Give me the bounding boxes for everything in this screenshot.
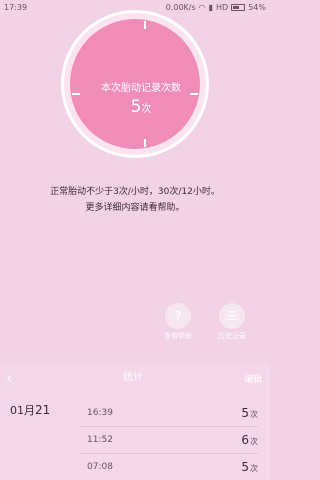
- record-row[interactable]: 16:39 5次: [80, 400, 258, 427]
- record-time: 07:08: [87, 462, 113, 472]
- back-chevron-icon[interactable]: ‹: [6, 368, 12, 387]
- status-indicators: 0.00K/s ◠ ▮ HD 54%: [166, 3, 266, 12]
- record-date-month: 01月: [10, 404, 35, 417]
- info-line-2: 更多详细内容请看帮助。: [85, 203, 185, 213]
- record-count-value: 5: [241, 460, 249, 474]
- view-help-button[interactable]: ? 查看帮助: [153, 303, 203, 341]
- help-icon: ?: [165, 303, 191, 329]
- record-count: 5次: [241, 460, 258, 474]
- record-count-unit: 次: [250, 410, 258, 419]
- record-list: 16:39 5次 11:52 6次 07:08 5次: [80, 400, 258, 480]
- wifi-icon: ◠: [198, 3, 206, 12]
- carrier-label: HD: [216, 3, 229, 12]
- record-time: 16:39: [87, 408, 113, 418]
- record-count-unit: 次: [250, 437, 258, 446]
- kick-count-dial[interactable]: 本次胎动记录次数 5次: [61, 10, 209, 158]
- record-row[interactable]: 07:08 5次: [80, 454, 258, 480]
- signal-icon: ▮: [208, 3, 214, 12]
- record-row[interactable]: 11:52 6次: [80, 427, 258, 454]
- dial-tick-bottom: [144, 139, 146, 147]
- network-speed: 0.00K/s: [165, 3, 196, 12]
- battery-percent: 54%: [248, 3, 266, 12]
- dial-tick-top: [144, 21, 146, 29]
- view-help-label: 查看帮助: [164, 332, 192, 340]
- statistics-title: 统计: [123, 372, 143, 383]
- dial-face: 本次胎动记录次数 5次: [70, 19, 200, 149]
- record-date: 01月21: [10, 402, 50, 418]
- record-count-value: 5: [241, 406, 249, 420]
- dial-title: 本次胎动记录次数: [101, 83, 181, 94]
- history-label: 历史记录: [218, 332, 246, 340]
- info-line-1: 正常胎动不少于3次/小时，30次/12小时。: [50, 187, 220, 197]
- status-time: 17:39: [4, 3, 28, 12]
- record-date-day: 21: [35, 403, 51, 417]
- battery-icon: [231, 4, 246, 11]
- record-count-value: 6: [241, 433, 249, 447]
- dial-unit: 次: [141, 104, 152, 115]
- history-icon: ☰: [219, 303, 245, 329]
- record-count: 6次: [241, 433, 258, 447]
- record-count: 5次: [241, 406, 258, 420]
- edit-button[interactable]: 编辑: [244, 372, 262, 385]
- record-count-unit: 次: [250, 464, 258, 473]
- dial-count: 5: [130, 97, 142, 117]
- history-button[interactable]: ☰ 历史记录: [207, 303, 257, 341]
- record-time: 11:52: [87, 435, 113, 445]
- dial-value: 5次: [70, 97, 212, 117]
